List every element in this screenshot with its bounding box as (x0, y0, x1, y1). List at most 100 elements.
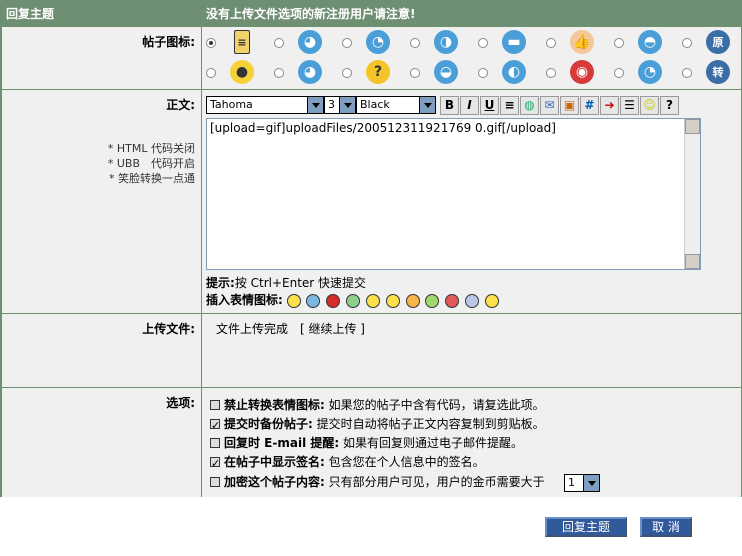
post-icon-radio[interactable] (274, 38, 284, 48)
thumbs-up-icon: 👍 (570, 30, 594, 54)
smile-icon[interactable] (286, 293, 301, 308)
editor[interactable] (206, 118, 701, 270)
bold-button[interactable]: B (440, 96, 459, 115)
font-select[interactable]: Tahoma (206, 96, 324, 114)
post-icon-radio[interactable] (682, 68, 692, 78)
laugh-icon[interactable] (405, 293, 420, 308)
option-backup-post[interactable]: 提交时备份帖子: 提交时自动将帖子正文内容复制到剪贴板。 (210, 414, 545, 436)
post-icon-option[interactable]: ◒ (406, 58, 474, 88)
post-icon-option[interactable]: ◑ (406, 28, 474, 58)
post-icon-radio[interactable] (342, 68, 352, 78)
image-icon[interactable]: ▣ (560, 96, 579, 115)
post-icon-option[interactable]: ? (338, 58, 406, 88)
checkbox[interactable] (210, 399, 220, 410)
underline-button[interactable]: U (480, 96, 499, 115)
repost-icon: 转 (706, 60, 730, 84)
coin-value: 1 (568, 476, 575, 489)
sad-icon[interactable] (306, 293, 321, 308)
post-icon-option[interactable]: 👍 (542, 28, 610, 58)
question-icon: ? (366, 60, 390, 84)
post-icon-option[interactable]: ◔ (610, 58, 678, 88)
blue-blob-icon: ◐ (502, 60, 526, 84)
emoticon-line: 插入表情图标: (206, 290, 501, 310)
option-encrypt-post[interactable]: 加密这个帖子内容: 只有部分用户可见，用户的金币需要大于 (210, 472, 545, 492)
cool-icon[interactable] (465, 293, 480, 308)
mad-icon[interactable] (445, 293, 460, 308)
post-icon-radio[interactable] (206, 38, 216, 48)
checkbox[interactable] (210, 476, 220, 487)
editor-scrollbar[interactable] (684, 119, 700, 269)
cancel-button[interactable]: 取 消 (640, 517, 692, 537)
post-icon-radio[interactable] (614, 38, 624, 48)
globe-link-icon[interactable]: ◍ (520, 96, 539, 115)
blue-blob-icon: ◑ (434, 30, 458, 54)
post-icon-option[interactable]: ◉ (542, 58, 610, 88)
upload-cell: 文件上传完成 [ 继续上传 ] (202, 314, 741, 387)
angry-icon[interactable] (326, 293, 341, 308)
help-icon[interactable]: ? (660, 96, 679, 115)
option-desc: 如果有回复则通过电子邮件提醒。 (343, 436, 524, 450)
post-icon-radio[interactable] (410, 68, 420, 78)
post-icon-radio[interactable] (206, 68, 216, 78)
checkbox[interactable] (210, 437, 220, 448)
color-select[interactable]: Black (356, 96, 436, 114)
post-icon-option[interactable]: 原 (678, 28, 742, 58)
size-select[interactable]: 3 (324, 96, 356, 114)
option-title: 禁止转换表情图标: (224, 398, 325, 412)
emoticon-label: 插入表情图标: (206, 293, 283, 307)
confused-icon[interactable] (484, 293, 499, 308)
post-icon-option[interactable]: 转 (678, 58, 742, 88)
checkbox[interactable] (210, 454, 220, 474)
hint-line: 提示:按 Ctrl+Enter 快速提交 (206, 274, 366, 291)
chevron-down-icon (419, 97, 435, 113)
options-cell: 禁止转换表情图标: 如果您的帖子中含有代码，请复选此项。 提交时备份帖子: 提交… (202, 388, 741, 497)
post-icon-radio[interactable] (614, 68, 624, 78)
post-icon-option[interactable]: ◐ (474, 58, 542, 88)
blue-blob-icon: ◕ (298, 60, 322, 84)
list-icon[interactable]: ☰ (620, 96, 639, 115)
coin-threshold-select[interactable]: 1 (564, 474, 600, 492)
grin-icon[interactable] (365, 293, 380, 308)
checkbox[interactable] (210, 416, 220, 436)
scroll-down-icon[interactable] (685, 254, 700, 269)
scroll-up-icon[interactable] (685, 119, 700, 134)
post-icon-option[interactable]: ◔ (338, 28, 406, 58)
post-icon-option[interactable]: ≡ (202, 28, 270, 58)
option-show-signature[interactable]: 在帖子中显示签名: 包含您在个人信息中的签名。 (210, 452, 485, 474)
post-icon-option[interactable]: ◓ (610, 28, 678, 58)
wink-icon[interactable] (385, 293, 400, 308)
post-icon-radio[interactable] (546, 38, 556, 48)
email-icon[interactable]: ✉ (540, 96, 559, 115)
post-icon-radio[interactable] (342, 38, 352, 48)
upload-status: 文件上传完成 (216, 322, 289, 336)
post-icon-option[interactable]: ● (202, 58, 270, 88)
smiley-button-icon[interactable]: ☺ (640, 96, 659, 115)
post-icon-option[interactable]: ◕ (270, 28, 338, 58)
post-icon-option[interactable]: ▬ (474, 28, 542, 58)
post-icon-option[interactable]: ◕ (270, 58, 338, 88)
italic-button[interactable]: I (460, 96, 479, 115)
body-label: 正文: (166, 98, 195, 112)
post-icon-radio[interactable] (546, 68, 556, 78)
blue-blob-icon: ◕ (298, 30, 322, 54)
hash-button[interactable]: # (580, 96, 599, 115)
option-disable-smileys[interactable]: 禁止转换表情图标: 如果您的帖子中含有代码，请复选此项。 (210, 395, 545, 415)
continue-upload-link[interactable]: [ 继续上传 ] (300, 320, 365, 337)
size-value: 3 (328, 98, 335, 111)
reply-submit-button[interactable]: 回复主题 (545, 517, 627, 537)
sick-icon[interactable] (425, 293, 440, 308)
option-desc: 提交时自动将帖子正文内容复制到剪贴板。 (316, 417, 545, 431)
option-email-notify[interactable]: 回复时 E-mail 提醒: 如果有回复则通过电子邮件提醒。 (210, 433, 523, 453)
option-title: 在帖子中显示签名: (224, 455, 325, 469)
post-icon-radio[interactable] (682, 38, 692, 48)
post-body-textarea[interactable] (207, 119, 684, 269)
blue-blob-icon: ◒ (434, 60, 458, 84)
surprised-icon[interactable] (346, 293, 361, 308)
body-label-cell: 正文: * HTML 代码关闭 * UBB 代码开启 * 笑脸转换一点通 (2, 90, 201, 313)
quote-icon[interactable]: ➔ (600, 96, 619, 115)
align-center-button[interactable]: ≡ (500, 96, 519, 115)
post-icon-radio[interactable] (274, 68, 284, 78)
post-icon-radio[interactable] (410, 38, 420, 48)
post-icon-radio[interactable] (478, 38, 488, 48)
post-icon-radio[interactable] (478, 68, 488, 78)
